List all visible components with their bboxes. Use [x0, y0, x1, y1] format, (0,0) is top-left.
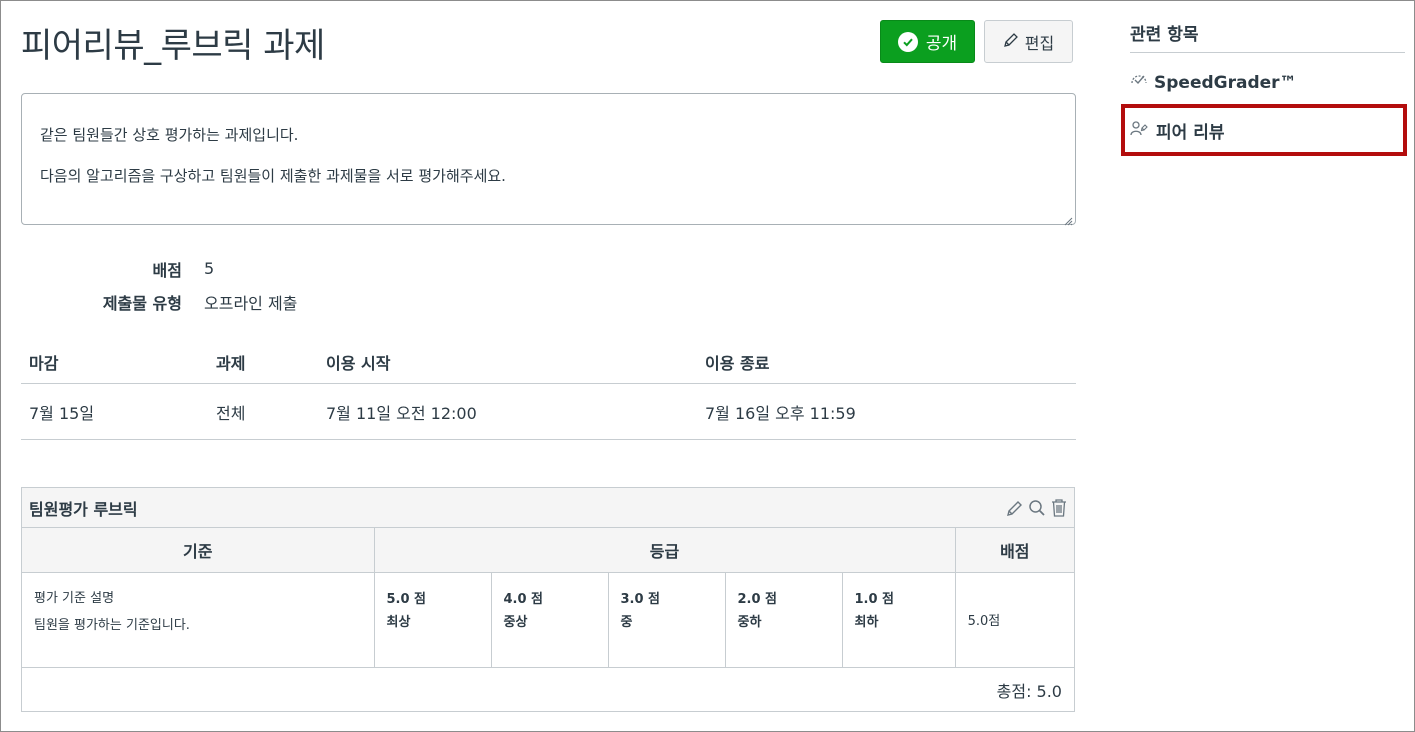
rubric-total: 총점: 5.0 — [996, 681, 1062, 701]
rating-points: 2.0 점 — [737, 591, 778, 607]
speedgrader-icon — [1130, 72, 1148, 93]
description-line: 다음의 알고리즘을 구상하고 팀원들이 제출한 과제물을 서로 평가해주세요. — [40, 167, 506, 185]
rating-label: 중상 — [503, 614, 528, 630]
available-from-value: 7월 11일 오전 12:00 — [326, 403, 477, 423]
resize-handle-icon[interactable] — [1063, 212, 1073, 226]
rating-label: 최하 — [854, 614, 879, 630]
due-header: 마감 — [29, 353, 59, 373]
description-line: 같은 팀원들간 상호 평가하는 과제입니다. — [40, 126, 299, 144]
points-label: 배점 — [152, 260, 182, 280]
criterion-description: 팀원을 평가하는 기준입니다. — [34, 617, 190, 633]
rating-points: 3.0 점 — [620, 591, 661, 607]
rubric-header: 팀원평가 루브릭 — [22, 488, 1074, 528]
due-value: 7월 15일 — [29, 403, 95, 423]
rubric-table: 기준 등급 배점 평가 기준 설명 팀원을 평가하는 기준입니다. 5.0 점 … — [22, 528, 1075, 668]
rating-cell: 1.0 점 최하 — [842, 572, 956, 668]
assignment-details: 배점 5 제출물 유형 오프라인 제출 — [21, 252, 298, 318]
check-circle-icon — [897, 31, 918, 52]
rating-cell: 3.0 점 중 — [608, 572, 726, 668]
table-row: 7월 15일 전체 7월 11일 오전 12:00 7월 16일 오후 11:5… — [21, 384, 1076, 440]
criterion-cell: 평가 기준 설명 팀원을 평가하는 기준입니다. — [22, 572, 375, 668]
sidebar-title: 관련 항목 — [1130, 25, 1199, 45]
publish-label: 공개 — [925, 34, 958, 54]
for-value: 전체 — [216, 403, 246, 423]
submission-type-row: 제출물 유형 오프라인 제출 — [21, 285, 298, 318]
rubric-title: 팀원평가 루브릭 — [29, 499, 138, 519]
speedgrader-label: SpeedGrader™ — [1154, 72, 1297, 93]
criterion-points: 5.0점 — [955, 572, 1075, 668]
points-value: 5 — [204, 259, 215, 278]
points-row: 배점 5 — [21, 252, 297, 285]
search-icon[interactable] — [1028, 498, 1046, 518]
rating-points: 5.0 점 — [386, 591, 427, 607]
rating-label: 중하 — [737, 614, 762, 630]
points-header: 배점 — [955, 528, 1075, 573]
available-from-header: 이용 시작 — [326, 353, 391, 373]
dates-table: 마감 과제 이용 시작 이용 종료 7월 15일 전체 7월 11일 오전 12… — [21, 340, 1076, 440]
rating-points: 4.0 점 — [503, 591, 544, 607]
for-header: 과제 — [216, 353, 246, 373]
highlight-box — [1121, 104, 1407, 156]
rating-cell: 4.0 점 중상 — [491, 572, 609, 668]
rating-cell: 5.0 점 최상 — [374, 572, 492, 668]
table-row: 평가 기준 설명 팀원을 평가하는 기준입니다. 5.0 점 최상 4.0 점 … — [22, 572, 1075, 668]
rating-points: 1.0 점 — [854, 591, 895, 607]
edit-label: 편집 — [1024, 33, 1055, 53]
dates-header-row: 마감 과제 이용 시작 이용 종료 — [21, 340, 1076, 384]
submission-type-label: 제출물 유형 — [102, 293, 182, 313]
until-value: 7월 16일 오후 11:59 — [705, 403, 856, 423]
trash-icon[interactable] — [1050, 498, 1068, 518]
criterion-title: 평가 기준 설명 — [34, 590, 115, 606]
edit-button[interactable]: 편집 — [984, 20, 1073, 63]
rubric-tools — [1006, 498, 1068, 518]
speedgrader-link[interactable]: SpeedGrader™ — [1130, 72, 1297, 93]
sidebar-divider — [1130, 52, 1405, 53]
publish-button[interactable]: 공개 — [880, 20, 975, 63]
ratings-header: 등급 — [374, 528, 956, 573]
pencil-icon — [1003, 32, 1019, 52]
rubric: 팀원평가 루브릭 기준 등급 배점 평가 기준 설명 팀원을 평가하는 기준입니… — [21, 487, 1075, 712]
until-header: 이용 종료 — [705, 353, 770, 373]
rating-label: 최상 — [386, 614, 411, 630]
page-title: 피어리뷰_루브릭 과제 — [21, 26, 325, 66]
assignment-description: 같은 팀원들간 상호 평가하는 과제입니다. 다음의 알고리즘을 구상하고 팀원… — [21, 93, 1076, 226]
submission-type-value: 오프라인 제출 — [204, 293, 298, 313]
rating-label: 중 — [620, 614, 633, 630]
pencil-icon[interactable] — [1006, 498, 1024, 518]
criteria-header: 기준 — [22, 528, 375, 573]
rating-cell: 2.0 점 중하 — [725, 572, 843, 668]
